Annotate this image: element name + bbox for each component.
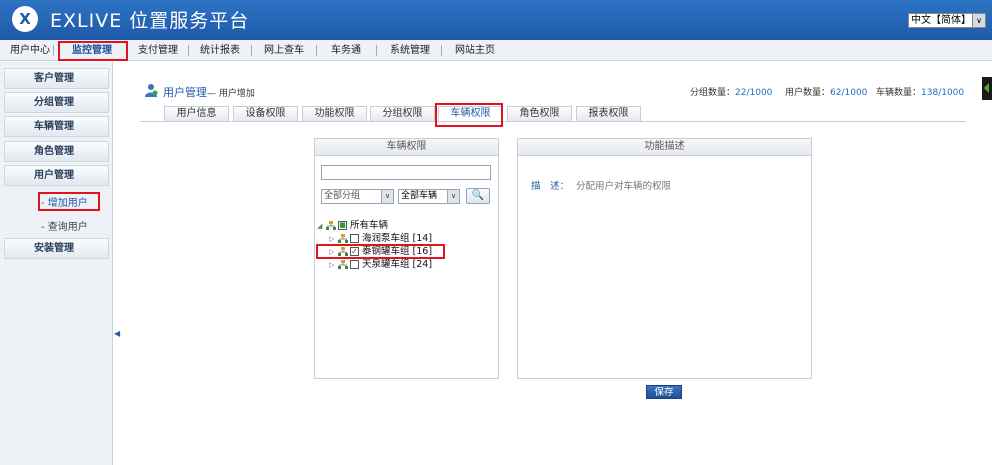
vehicle-group-icon [338,234,348,243]
sidebar: 客户管理 分组管理 车辆管理 角色管理 用户管理 - 增加用户 - 查询用户 安… [0,62,113,465]
top-nav: 用户中心 监控管理 支付管理 统计报表 网上查车 车务通 系统管理 网站主页 [0,40,992,61]
vehicle-group-icon [326,221,336,230]
tab-group-permission[interactable]: 分组权限 [370,106,435,121]
tree-expander-icon[interactable]: ◢ [317,220,325,232]
search-button[interactable]: 🔍 [466,188,490,204]
nav-reports[interactable]: 统计报表 [200,43,240,58]
tree-label: 所有车辆 [350,220,389,231]
nav-system[interactable]: 系统管理 [390,43,430,58]
vehicle-count-value: 138/1000 [921,88,965,98]
page-subtitle: — 用户增加 [207,89,255,99]
chevron-down-icon: ∨ [972,14,985,27]
sidebar-subitem-query-user[interactable]: - 查询用户 [41,218,88,233]
user-count-label: 用户数量： [785,88,831,98]
nav-website[interactable]: 网站主页 [455,43,495,58]
tab-role-permission[interactable]: 角色权限 [507,106,572,121]
description-label: 描 述： [531,181,570,192]
nav-online-car[interactable]: 网上查车 [264,43,304,58]
arrow-left-icon [984,83,989,93]
sidebar-collapse-icon[interactable]: ◀ [114,328,120,340]
sidebar-item-install[interactable]: 安装管理 [4,238,109,259]
vehicle-search-input[interactable] [321,165,491,180]
vehicle-count-label: 车辆数量： [876,88,922,98]
nav-vehicle-service[interactable]: 车务通 [331,43,361,58]
save-button[interactable]: 保存 [646,385,682,399]
nav-payment[interactable]: 支付管理 [138,43,178,58]
description-text: 分配用户对车辆的权限 [576,181,672,192]
tab-user-info[interactable]: 用户信息 [164,106,229,121]
highlight-box [38,192,100,211]
nav-separator [441,45,442,56]
nav-separator [376,45,377,56]
group-count: 分组数量：22/1000 [690,85,772,98]
vehicle-count: 车辆数量：138/1000 [876,85,964,98]
tree-checkbox[interactable] [350,234,359,243]
highlight-box [58,41,128,61]
function-description-panel: 功能描述 [517,138,812,379]
vehicle-group-icon [338,260,348,269]
exlive-logo-icon: X [12,6,38,32]
nav-separator [53,45,54,56]
page-title: 用户管理 [163,86,207,99]
highlight-box [316,244,445,259]
sidebar-item-vehicles[interactable]: 车辆管理 [4,116,109,137]
tree-checkbox[interactable]: ■ [338,221,347,230]
vehicle-panel-header: 车辆权限 [315,139,498,156]
nav-separator [316,45,317,56]
nav-separator [188,45,189,56]
user-count-value: 62/1000 [830,88,868,98]
language-select[interactable]: 中文【简体】 ∨ [908,13,986,28]
chevron-down-icon: ∨ [447,190,459,203]
language-value: 中文【简体】 [911,15,971,26]
app-title: EXLIVE 位置服务平台 [50,10,250,32]
app-header: X EXLIVE 位置服务平台 中文【简体】 ∨ [0,0,992,40]
tree-label: 天泉罐车组 [24] [362,259,433,270]
sidebar-item-users[interactable]: 用户管理 [4,165,109,186]
tab-bar-line [140,121,966,122]
tree-expander-icon[interactable]: ▷ [329,259,337,271]
user-count: 用户数量：62/1000 [785,85,867,98]
right-panel-toggle[interactable] [982,77,992,100]
sidebar-item-customers[interactable]: 客户管理 [4,68,109,89]
user-icon [145,84,158,97]
group-select-value: 全部分组 [324,191,361,201]
tree-root[interactable]: ◢ ■ 所有车辆 [317,220,437,232]
sidebar-item-groups[interactable]: 分组管理 [4,92,109,113]
tab-device-permission[interactable]: 设备权限 [233,106,298,121]
chevron-down-icon: ∨ [381,190,393,203]
group-count-value: 22/1000 [735,88,773,98]
vehicle-select-value: 全部车辆 [401,191,438,201]
highlight-box [435,103,503,127]
group-count-label: 分组数量： [690,88,736,98]
group-select[interactable]: 全部分组 ∨ [321,189,394,204]
vehicle-select[interactable]: 全部车辆 ∨ [398,189,460,204]
tab-function-permission[interactable]: 功能权限 [302,106,367,121]
tab-report-permission[interactable]: 报表权限 [576,106,641,121]
tree-node[interactable]: ▷ 天泉罐车组 [24] [329,259,449,271]
sidebar-item-roles[interactable]: 角色管理 [4,141,109,162]
nav-user-center[interactable]: 用户中心 [10,43,50,58]
tree-checkbox[interactable] [350,260,359,269]
function-panel-header: 功能描述 [518,139,811,156]
nav-separator [251,45,252,56]
